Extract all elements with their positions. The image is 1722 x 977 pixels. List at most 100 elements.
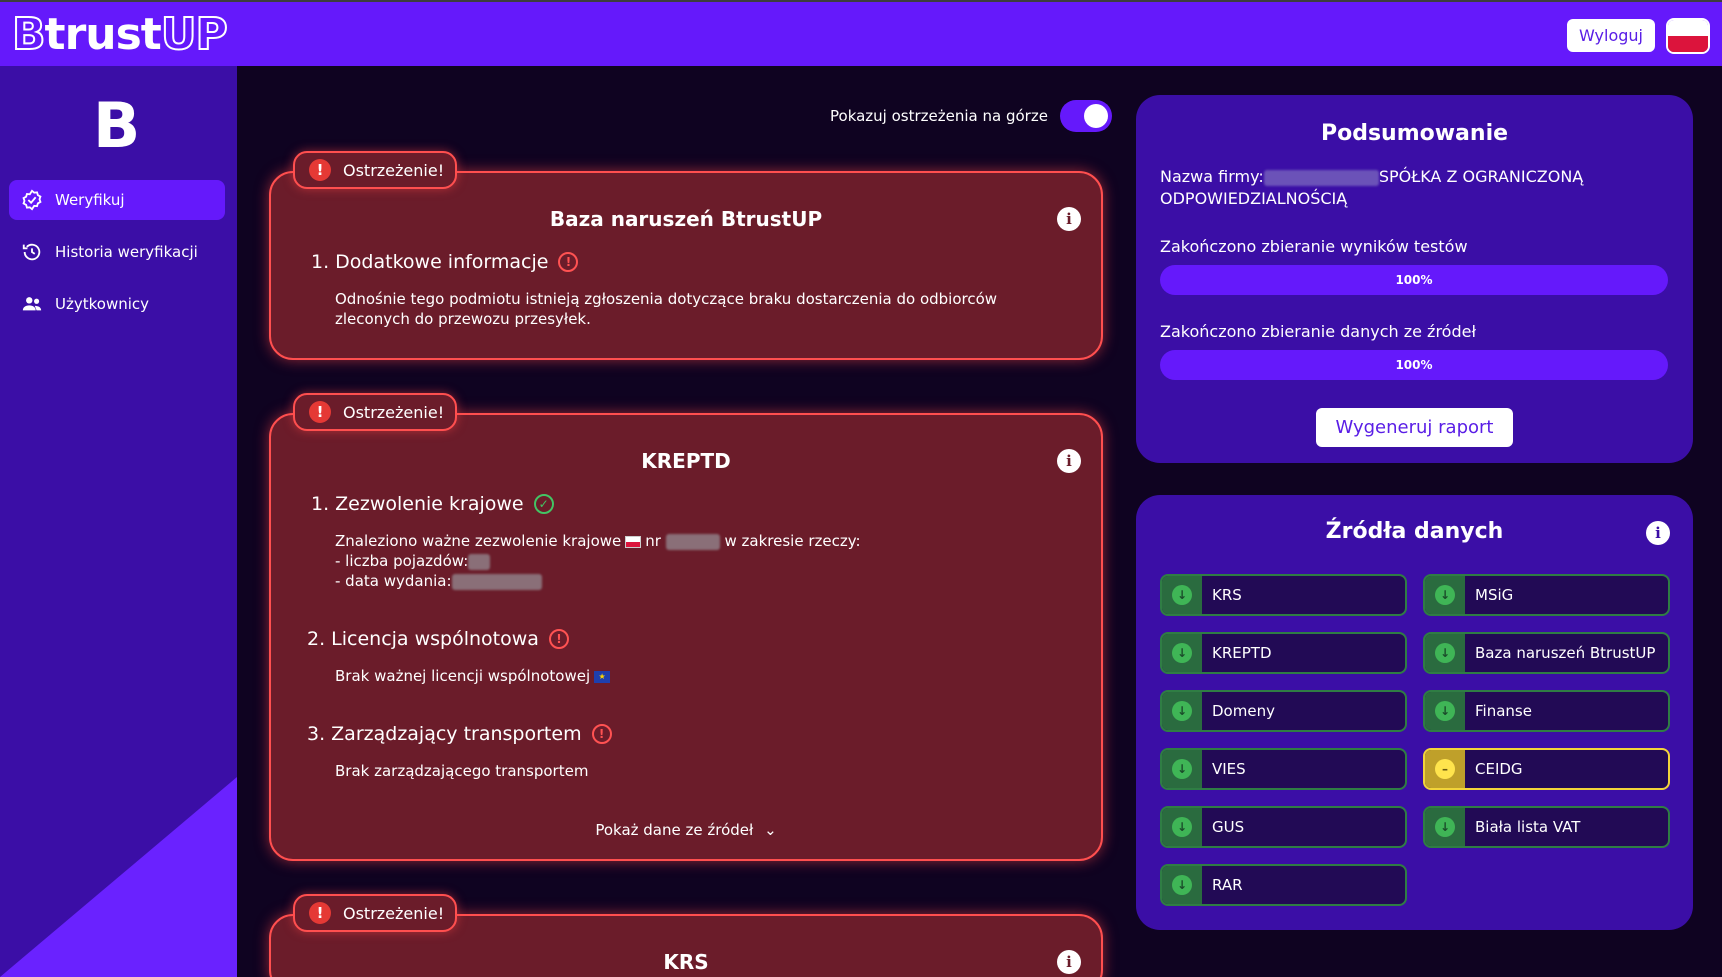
error-icon: ! bbox=[558, 252, 579, 272]
info-icon[interactable]: i bbox=[1057, 449, 1081, 473]
data-source-item[interactable]: ↓ RAR bbox=[1160, 864, 1407, 906]
redacted-value bbox=[468, 553, 491, 570]
data-source-item[interactable]: ↓ Finanse bbox=[1423, 690, 1670, 732]
redacted-value bbox=[451, 573, 542, 590]
data-source-label: VIES bbox=[1212, 760, 1246, 778]
company-name: Nazwa firmy: SPÓŁKA Z OGRANICZONĄ ODPOWIE… bbox=[1160, 167, 1584, 208]
data-source-item[interactable]: ↓ VIES bbox=[1160, 748, 1407, 790]
tests-progress-label: Zakończono zbieranie wyników testów bbox=[1160, 237, 1468, 256]
data-source-label: Finanse bbox=[1475, 702, 1532, 720]
section-heading: 1. Dodatkowe informacje ! bbox=[311, 251, 579, 273]
logo-text: BtrustUP bbox=[11, 9, 229, 60]
card-title: KRS bbox=[663, 950, 709, 974]
minus-icon: – bbox=[1435, 759, 1455, 779]
poland-flag-icon bbox=[625, 535, 642, 548]
card-title: Baza naruszeń BtrustUP bbox=[549, 207, 823, 231]
error-icon: ! bbox=[591, 724, 612, 744]
download-icon: ↓ bbox=[1435, 643, 1455, 663]
data-source-label: KRS bbox=[1212, 586, 1242, 604]
warning-icon: ! bbox=[309, 902, 331, 924]
data-source-label: Domeny bbox=[1212, 702, 1275, 720]
warnings-on-top-toggle-row: Pokazuj ostrzeżenia na górze bbox=[830, 100, 1112, 132]
data-source-label: Biała lista VAT bbox=[1475, 818, 1581, 836]
data-source-item[interactable]: ↓ KRS bbox=[1160, 574, 1407, 616]
sidebar-item-history[interactable]: Historia weryfikacji bbox=[9, 232, 225, 272]
data-source-label: GUS bbox=[1212, 818, 1245, 836]
warning-icon: ! bbox=[309, 159, 331, 181]
warnings-on-top-toggle[interactable] bbox=[1059, 100, 1112, 132]
warning-card-btrustup: Baza naruszeń BtrustUP i 1. Dodatkowe in… bbox=[269, 171, 1103, 360]
download-icon: ↓ bbox=[1172, 701, 1192, 721]
data-source-label: CEIDG bbox=[1475, 760, 1523, 778]
chevron-down-icon: ⌄ bbox=[764, 821, 777, 839]
download-icon: ↓ bbox=[1435, 701, 1455, 721]
data-sources-panel: Źródła danych i ↓ KRS ↓ MSiG ↓ KREPTD ↓ Baza na… bbox=[1136, 495, 1693, 930]
eu-flag-icon: ★ bbox=[594, 670, 611, 683]
data-source-item[interactable]: ↓ MSiG bbox=[1423, 574, 1670, 616]
app-logo[interactable]: BtrustUP bbox=[11, 9, 229, 60]
warning-tag: ! Ostrzeżenie! bbox=[293, 393, 457, 431]
show-sources-link[interactable]: Pokaż dane ze źródeł ⌄ bbox=[271, 821, 1101, 839]
tests-progress-bar: 100% bbox=[1160, 265, 1668, 295]
data-source-label: RAR bbox=[1212, 876, 1243, 894]
sources-progress-bar: 100% bbox=[1160, 350, 1668, 380]
sources-progress-label: Zakończono zbieranie danych ze źródeł bbox=[1160, 322, 1477, 341]
top-bar: BtrustUP Wyloguj bbox=[0, 0, 1722, 66]
download-icon: ↓ bbox=[1435, 817, 1455, 837]
summary-panel: Podsumowanie Nazwa firmy: SPÓŁKA Z OGRANI… bbox=[1136, 95, 1693, 463]
data-sources-title: Źródła danych bbox=[1325, 519, 1504, 544]
download-icon: ↓ bbox=[1172, 585, 1192, 605]
progress-fill: 100% bbox=[1160, 265, 1668, 295]
error-icon: ! bbox=[548, 629, 569, 649]
sidebar-item-label: Weryfikuj bbox=[55, 191, 125, 209]
progress-fill: 100% bbox=[1160, 350, 1668, 380]
data-source-item[interactable]: ↓ GUS bbox=[1160, 806, 1407, 848]
section-heading: 3. Zarządzający transportem ! bbox=[307, 723, 612, 745]
section-text: Brak ważnej licencji wspólnotowej ★ bbox=[335, 666, 611, 686]
warning-icon: ! bbox=[309, 401, 331, 423]
data-source-item[interactable]: ↓ Baza naruszeń BtrustUP bbox=[1423, 632, 1670, 674]
download-icon: ↓ bbox=[1172, 817, 1192, 837]
redacted-value bbox=[665, 533, 720, 550]
download-icon: ↓ bbox=[1172, 643, 1192, 663]
warning-tag: ! Ostrzeżenie! bbox=[293, 151, 457, 189]
info-icon[interactable]: i bbox=[1646, 521, 1670, 545]
check-icon: ✓ bbox=[533, 494, 554, 514]
sidebar-item-users[interactable]: Użytkownicy bbox=[9, 284, 225, 324]
data-source-label: MSiG bbox=[1475, 586, 1514, 604]
info-icon[interactable]: i bbox=[1057, 950, 1081, 974]
sidebar-logo: B bbox=[93, 89, 141, 162]
toggle-label: Pokazuj ostrzeżenia na górze bbox=[830, 107, 1048, 125]
verify-icon bbox=[22, 189, 42, 211]
data-source-item[interactable]: ↓ Biała lista VAT bbox=[1423, 806, 1670, 848]
generate-report-button[interactable]: Wygeneruj raport bbox=[1316, 408, 1513, 447]
sidebar: B Weryfikuj Historia weryfikacji Użytkow… bbox=[0, 66, 237, 977]
summary-title: Podsumowanie bbox=[1320, 121, 1509, 146]
sidebar-decoration bbox=[0, 777, 237, 977]
sidebar-item-label: Użytkownicy bbox=[55, 295, 150, 313]
data-source-item[interactable]: – CEIDG bbox=[1423, 748, 1670, 790]
warning-tag: ! Ostrzeżenie! bbox=[293, 894, 457, 932]
data-source-item[interactable]: ↓ KREPTD bbox=[1160, 632, 1407, 674]
download-icon: ↓ bbox=[1172, 759, 1192, 779]
national-permit-details: Znaleziono ważne zezwolenie krajowe nr w … bbox=[335, 532, 861, 590]
users-icon bbox=[22, 297, 42, 311]
data-source-label: KREPTD bbox=[1212, 644, 1272, 662]
warning-card-kreptd: KREPTD i 1. Zezwolenie krajowe ✓ Znalezi… bbox=[269, 413, 1103, 861]
logout-button[interactable]: Wyloguj bbox=[1567, 19, 1655, 52]
section-heading: 1. Zezwolenie krajowe ✓ bbox=[311, 493, 554, 515]
section-text: Odnośnie tego podmiotu istnieją zgłoszen… bbox=[335, 290, 998, 328]
language-flag-icon[interactable] bbox=[1666, 18, 1710, 54]
sidebar-item-label: Historia weryfikacji bbox=[55, 243, 198, 261]
redacted-value bbox=[1263, 169, 1379, 186]
card-title: KREPTD bbox=[641, 449, 731, 473]
history-icon bbox=[22, 243, 41, 261]
data-source-item[interactable]: ↓ Domeny bbox=[1160, 690, 1407, 732]
sidebar-item-verify[interactable]: Weryfikuj bbox=[9, 180, 225, 220]
info-icon[interactable]: i bbox=[1057, 207, 1081, 231]
data-source-label: Baza naruszeń BtrustUP bbox=[1475, 644, 1656, 662]
download-icon: ↓ bbox=[1435, 585, 1455, 605]
download-icon: ↓ bbox=[1172, 875, 1192, 895]
section-heading: 2. Licencja wspólnotowa ! bbox=[307, 628, 569, 650]
section-text: Brak zarządzającego transportem bbox=[335, 762, 589, 780]
